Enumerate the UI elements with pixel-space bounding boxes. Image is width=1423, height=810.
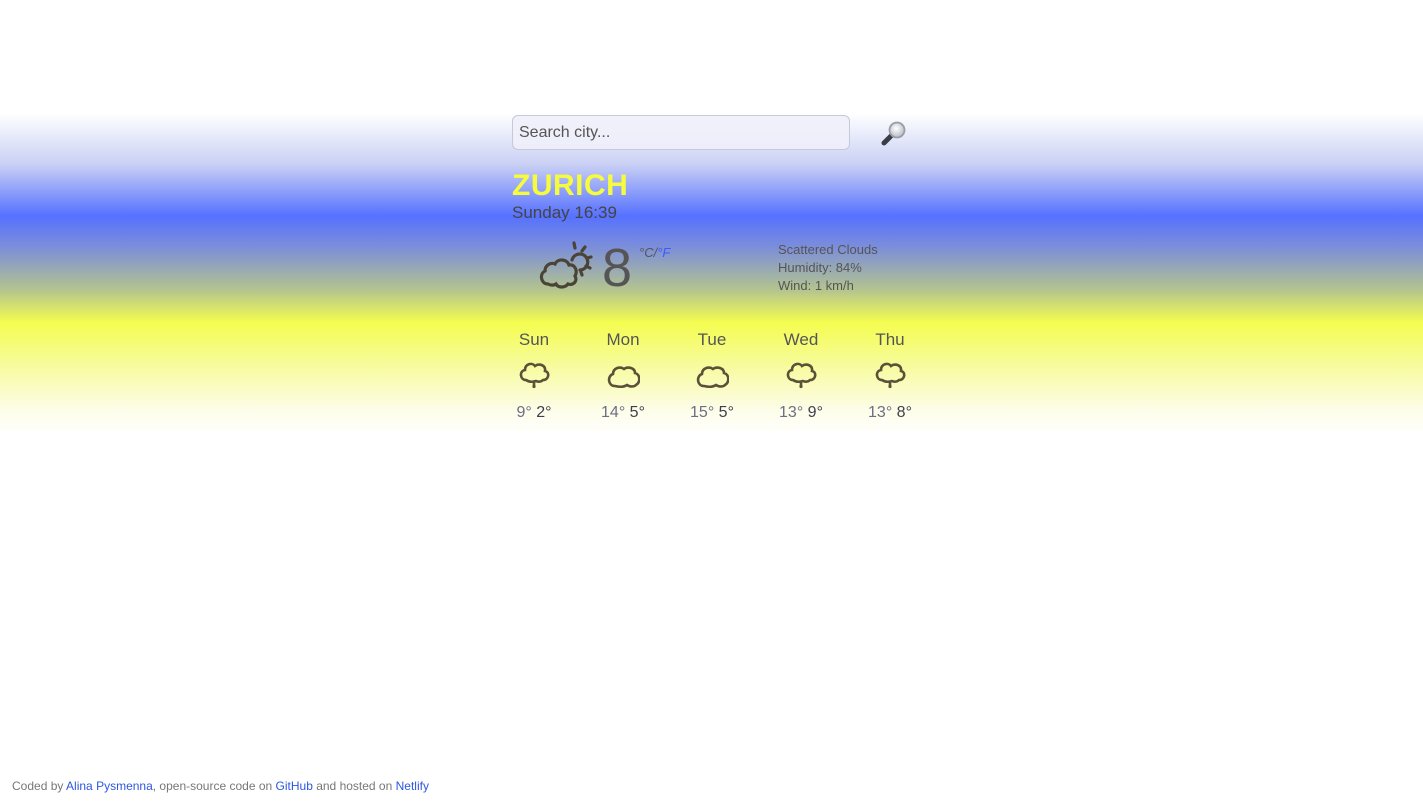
forecast-temps: 15° 5° xyxy=(682,404,742,422)
unit-toggle: °C/°F xyxy=(639,245,670,260)
partly-cloudy-icon xyxy=(539,241,593,289)
forecast-max: 9° xyxy=(516,404,532,421)
forecast-temps: 13° 8° xyxy=(860,404,920,422)
forecast-min: 2° xyxy=(536,404,552,421)
footer-prefix: Coded by xyxy=(12,779,67,793)
forecast-day: Tue 15° 5° xyxy=(682,330,742,422)
rain-cloud-icon xyxy=(875,362,906,389)
search-input[interactable] xyxy=(512,115,850,150)
forecast-temps: 13° 9° xyxy=(771,404,831,422)
footer-middle2: and hosted on xyxy=(312,779,396,793)
current-datetime: Sunday 16:39 xyxy=(512,203,617,222)
city-name: ZURICH xyxy=(512,169,629,202)
forecast-day: Thu 13° 8° xyxy=(860,330,920,422)
forecast-temps: 9° 2° xyxy=(504,404,564,422)
github-link[interactable]: GitHub xyxy=(276,779,313,793)
forecast-temps: 14° 5° xyxy=(593,404,653,422)
forecast-max: 13° xyxy=(868,404,893,421)
footer: Coded by Alina Pysmenna, open-source cod… xyxy=(12,779,429,793)
weather-details: Scattered Clouds Humidity: 84% Wind: 1 k… xyxy=(778,241,878,295)
weather-app: ZURICH Sunday 16:39 8 °C/°F Scattered Cl… xyxy=(512,115,912,421)
magnifying-glass-icon xyxy=(881,121,906,146)
current-temperature: 8 xyxy=(602,238,633,298)
search-button[interactable] xyxy=(878,119,908,149)
search-form xyxy=(512,115,912,153)
forecast-min: 5° xyxy=(629,404,645,421)
author-link[interactable]: Alina Pysmenna xyxy=(66,779,153,793)
forecast-min: 8° xyxy=(896,404,912,421)
weather-description: Scattered Clouds xyxy=(778,242,878,257)
wind: Wind: 1 km/h xyxy=(778,278,854,293)
footer-middle: , open-source code on xyxy=(152,779,276,793)
forecast-day-name: Mon xyxy=(606,330,640,349)
forecast-max: 15° xyxy=(690,404,715,421)
rain-cloud-icon xyxy=(519,362,550,389)
forecast-max: 13° xyxy=(779,404,804,421)
forecast-day: Mon 14° 5° xyxy=(593,330,653,422)
forecast-day: Wed 13° 9° xyxy=(771,330,831,422)
forecast-day-name: Wed xyxy=(783,330,819,349)
forecast-day-name: Sun xyxy=(518,330,550,349)
forecast-min: 9° xyxy=(807,404,823,421)
fahrenheit-link[interactable]: °F xyxy=(657,245,670,260)
forecast-min: 5° xyxy=(718,404,734,421)
cloud-icon xyxy=(607,366,640,388)
forecast-max: 14° xyxy=(601,404,626,421)
humidity: Humidity: 84% xyxy=(778,260,862,275)
forecast-day-name: Tue xyxy=(697,330,727,349)
forecast-day-name: Thu xyxy=(875,330,905,349)
rain-cloud-icon xyxy=(786,362,817,389)
netlify-link[interactable]: Netlify xyxy=(396,779,429,793)
cloud-icon xyxy=(696,366,729,388)
forecast-day: Sun 9° 2° xyxy=(504,330,564,422)
celsius-link[interactable]: °C xyxy=(639,245,654,260)
